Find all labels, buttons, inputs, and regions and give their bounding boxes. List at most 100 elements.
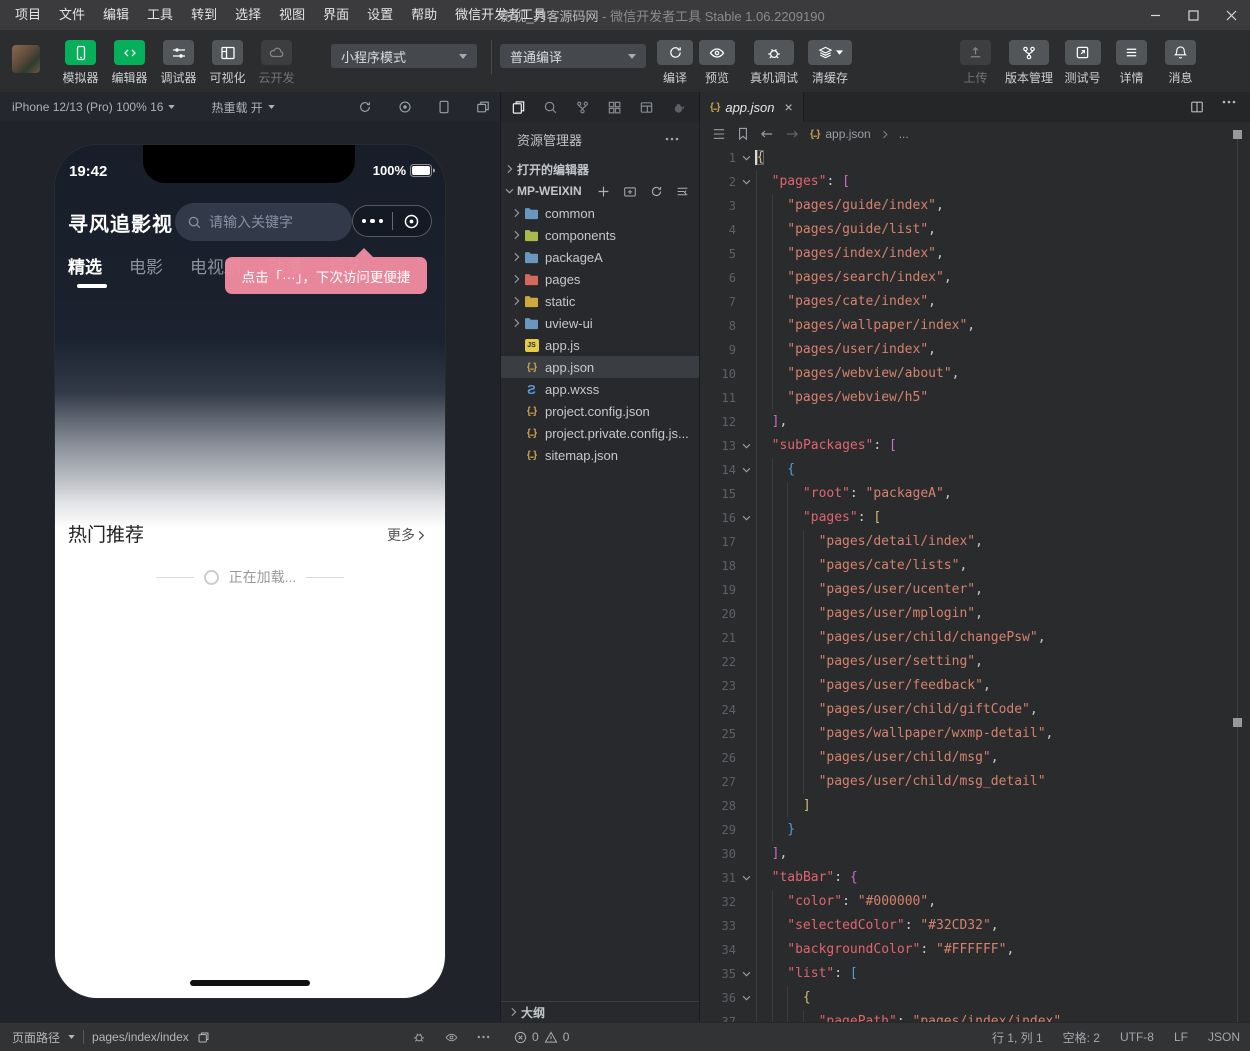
more-link[interactable]: 更多	[387, 525, 425, 545]
code-line-27[interactable]: 27"pages/user/child/msg_detail"	[700, 770, 1250, 794]
tree-item-uview-ui[interactable]: uview-ui	[501, 312, 699, 334]
tree-item-app-wxss[interactable]: Ƨapp.wxss	[501, 378, 699, 400]
more-actions-icon[interactable]	[1222, 100, 1236, 114]
files-icon[interactable]	[511, 100, 526, 115]
breadcrumb-rest[interactable]: ...	[899, 127, 909, 141]
code-line-4[interactable]: 4"pages/guide/list",	[700, 218, 1250, 242]
code-line-2[interactable]: 2"pages": [	[700, 170, 1250, 194]
code-line-17[interactable]: 17"pages/detail/index",	[700, 530, 1250, 554]
tree-item-sitemap-json[interactable]: {..}sitemap.json	[501, 444, 699, 466]
close-button[interactable]	[1212, 0, 1250, 30]
debug-icon[interactable]	[412, 1030, 426, 1044]
menu-item[interactable]: 编辑	[94, 0, 138, 30]
code-line-32[interactable]: 32"color": "#000000",	[700, 890, 1250, 914]
fold-chevron-icon[interactable]	[736, 995, 756, 1001]
scrollbar-marker[interactable]	[1233, 718, 1242, 727]
tree-item-app-json[interactable]: {..}app.json	[501, 356, 699, 378]
code-line-29[interactable]: 29}	[700, 818, 1250, 842]
tree-item-project-private-config-js-[interactable]: {..}project.private.config.js...	[501, 422, 699, 444]
search-input[interactable]	[209, 214, 324, 230]
split-editor-icon[interactable]	[1190, 100, 1204, 114]
more-dots-button[interactable]	[353, 219, 392, 224]
code-line-8[interactable]: 8"pages/wallpaper/index",	[700, 314, 1250, 338]
forward-arrow-icon[interactable]	[785, 128, 799, 140]
tab-app-json[interactable]: {..} app.json ×	[700, 92, 804, 122]
new-folder-icon[interactable]	[623, 185, 637, 198]
tree-item-components[interactable]: components	[501, 224, 699, 246]
tree-item-project-config-json[interactable]: {..}project.config.json	[501, 400, 699, 422]
page-path-value[interactable]: pages/index/index	[92, 1030, 189, 1044]
menu-item[interactable]: 转到	[182, 0, 226, 30]
tree-item-static[interactable]: static	[501, 290, 699, 312]
search-icon[interactable]	[543, 100, 558, 115]
project-root[interactable]: MP-WEIXIN	[501, 180, 699, 202]
tree-item-common[interactable]: common	[501, 202, 699, 224]
problems-indicator[interactable]: 0 0	[514, 1030, 569, 1044]
code-line-28[interactable]: 28]	[700, 794, 1250, 818]
cursor-position[interactable]: 行 1, 列 1	[992, 1029, 1043, 1046]
code-area[interactable]: 1{2"pages": [3"pages/guide/index",4"page…	[700, 146, 1250, 1022]
bookmark-icon[interactable]	[737, 127, 749, 141]
code-line-7[interactable]: 7"pages/cate/index",	[700, 290, 1250, 314]
new-file-icon[interactable]	[597, 185, 610, 198]
record-icon[interactable]	[398, 100, 412, 114]
avatar[interactable]	[12, 45, 40, 73]
editor-button[interactable]: 编辑器	[105, 40, 154, 86]
menu-item[interactable]: 界面	[314, 0, 358, 30]
back-arrow-icon[interactable]	[760, 128, 774, 140]
hot-reload-toggle[interactable]: 热重载 开	[211, 99, 274, 116]
search-box[interactable]	[175, 203, 352, 241]
outline-section[interactable]: 大纲	[501, 1001, 699, 1022]
code-line-15[interactable]: 15"root": "packageA",	[700, 482, 1250, 506]
close-capsule-button[interactable]	[393, 213, 432, 230]
outline-list-icon[interactable]	[712, 128, 726, 140]
code-line-10[interactable]: 10"pages/webview/about",	[700, 362, 1250, 386]
code-line-30[interactable]: 30],	[700, 842, 1250, 866]
plugin-teapot-icon[interactable]	[671, 100, 686, 115]
device-select[interactable]: iPhone 12/13 (Pro) 100% 16	[12, 100, 175, 114]
encoding[interactable]: UTF-8	[1120, 1030, 1154, 1044]
code-line-36[interactable]: 36{	[700, 986, 1250, 1010]
code-line-37[interactable]: 37"pagePath": "pages/index/index",	[700, 1010, 1250, 1022]
fold-chevron-icon[interactable]	[736, 875, 756, 881]
code-line-33[interactable]: 33"selectedColor": "#32CD32",	[700, 914, 1250, 938]
menu-item[interactable]: 工具	[138, 0, 182, 30]
code-line-31[interactable]: 31"tabBar": {	[700, 866, 1250, 890]
remote-debug-button[interactable]: 真机调试	[746, 40, 802, 86]
fold-chevron-icon[interactable]	[736, 443, 756, 449]
clear-cache-button[interactable]: 清缓存	[804, 40, 856, 86]
version-control-button[interactable]: 版本管理	[1000, 40, 1058, 86]
collapse-all-icon[interactable]	[676, 185, 689, 198]
code-line-16[interactable]: 16"pages": [	[700, 506, 1250, 530]
phone-tab[interactable]: 精选	[68, 253, 102, 278]
debugger-button[interactable]: 调试器	[154, 40, 203, 86]
fold-chevron-icon[interactable]	[736, 179, 756, 185]
code-line-11[interactable]: 11"pages/webview/h5"	[700, 386, 1250, 410]
fold-chevron-icon[interactable]	[736, 467, 756, 473]
refresh-icon[interactable]	[650, 185, 663, 198]
upload-button[interactable]: 上传	[951, 40, 1000, 86]
restart-icon[interactable]	[358, 100, 372, 114]
code-line-1[interactable]: 1{	[700, 146, 1250, 170]
breadcrumb-file[interactable]: app.json	[825, 127, 870, 141]
compile-mode-select[interactable]: 普通编译	[500, 44, 646, 68]
multi-window-icon[interactable]	[476, 100, 490, 114]
cloud-dev-button[interactable]: 云开发	[252, 40, 301, 86]
open-editors-section[interactable]: 打开的编辑器	[501, 158, 699, 180]
more-actions-icon[interactable]	[477, 1035, 490, 1039]
messages-button[interactable]: 消息	[1156, 40, 1205, 86]
language-mode[interactable]: JSON	[1208, 1030, 1240, 1044]
code-line-3[interactable]: 3"pages/guide/index",	[700, 194, 1250, 218]
code-line-19[interactable]: 19"pages/user/ucenter",	[700, 578, 1250, 602]
fold-chevron-icon[interactable]	[736, 971, 756, 977]
scrollbar-marker[interactable]	[1233, 130, 1242, 139]
minimize-button[interactable]	[1136, 0, 1174, 30]
indent-setting[interactable]: 空格: 2	[1063, 1029, 1100, 1046]
menu-item[interactable]: 文件	[50, 0, 94, 30]
code-line-13[interactable]: 13"subPackages": [	[700, 434, 1250, 458]
visualization-button[interactable]: 可视化	[203, 40, 252, 86]
more-actions-icon[interactable]	[665, 137, 679, 141]
mode-select[interactable]: 小程序模式	[331, 44, 477, 68]
code-line-22[interactable]: 22"pages/user/setting",	[700, 650, 1250, 674]
code-line-5[interactable]: 5"pages/index/index",	[700, 242, 1250, 266]
